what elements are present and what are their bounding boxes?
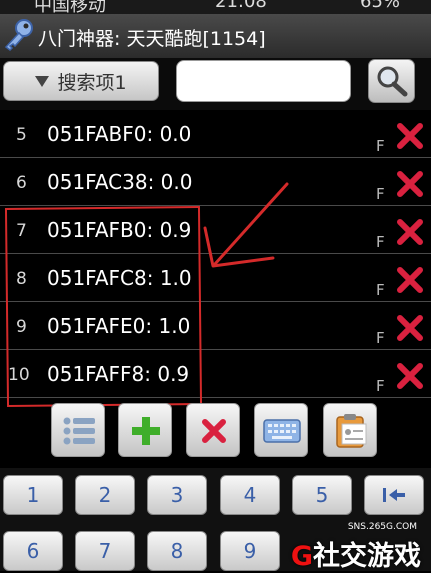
search-button[interactable] <box>368 59 415 103</box>
key-2[interactable]: 2 <box>75 475 135 515</box>
list-button[interactable] <box>51 403 105 457</box>
delete-icon[interactable] <box>396 218 424 246</box>
search-item-dropdown[interactable]: 搜索项1 <box>3 61 159 101</box>
plus-icon <box>132 417 160 445</box>
action-toolbar <box>0 400 431 462</box>
annotation-box <box>4 205 203 408</box>
backspace-key[interactable] <box>364 475 424 515</box>
magnifier-icon <box>377 66 408 97</box>
watermark-url: SNS.265G.COM <box>347 522 417 532</box>
delete-icon[interactable] <box>396 362 424 390</box>
value-type: F <box>376 137 385 155</box>
value-type: F <box>376 329 385 347</box>
clipboard-icon <box>336 414 367 448</box>
list-icon <box>63 417 95 445</box>
value-type: F <box>376 233 385 251</box>
key-6[interactable]: 6 <box>3 531 63 571</box>
row-index: 5 <box>16 125 27 145</box>
list-item[interactable]: 5 051FABF0: 0.0 F <box>0 110 431 158</box>
status-bar: 中国移动 21:08 65% <box>0 0 431 14</box>
delete-icon[interactable] <box>396 122 424 150</box>
value-type: F <box>376 281 385 299</box>
watermark-letter: G <box>290 541 313 572</box>
search-row: 搜索项1 <box>0 58 431 110</box>
row-index: 6 <box>16 173 27 193</box>
key-7[interactable]: 7 <box>75 531 135 571</box>
key-1[interactable]: 1 <box>3 475 63 515</box>
key-5[interactable]: 5 <box>292 475 352 515</box>
address-value: 051FABF0: 0.0 <box>47 122 192 146</box>
title-bar: 八门神器: 天天酷跑[1154] <box>0 14 431 59</box>
watermark-text: 社交游戏 <box>313 541 421 572</box>
carrier-label: 中国移动 <box>34 0 106 14</box>
address-value: 051FAC38: 0.0 <box>47 170 193 194</box>
delete-icon[interactable] <box>396 314 424 342</box>
key-3[interactable]: 3 <box>147 475 207 515</box>
value-type: F <box>376 185 385 203</box>
delete-all-button[interactable] <box>186 403 240 457</box>
clipboard-button[interactable] <box>323 403 377 457</box>
keyboard-button[interactable] <box>254 403 308 457</box>
keyboard-icon <box>263 419 301 443</box>
delete-icon[interactable] <box>396 170 424 198</box>
clock: 21:08 <box>215 0 267 12</box>
triangle-down-icon <box>35 75 50 87</box>
add-button[interactable] <box>118 403 172 457</box>
close-icon <box>202 419 226 443</box>
search-input[interactable] <box>176 60 351 102</box>
key-9[interactable]: 9 <box>220 531 280 571</box>
battery-level: 65% <box>360 0 401 12</box>
key-4[interactable]: 4 <box>220 475 280 515</box>
search-item-label: 搜索项1 <box>57 71 127 94</box>
annotation-arrow <box>203 182 289 268</box>
key-icon <box>4 19 33 51</box>
backspace-icon <box>383 488 405 502</box>
key-8[interactable]: 8 <box>147 531 207 571</box>
app-title: 八门神器: 天天酷跑[1154] <box>38 28 266 50</box>
site-watermark: SNS.265G.COM G社交游戏 <box>290 522 431 573</box>
value-type: F <box>376 377 385 395</box>
delete-icon[interactable] <box>396 266 424 294</box>
watermark-brand: G社交游戏 <box>291 534 421 573</box>
